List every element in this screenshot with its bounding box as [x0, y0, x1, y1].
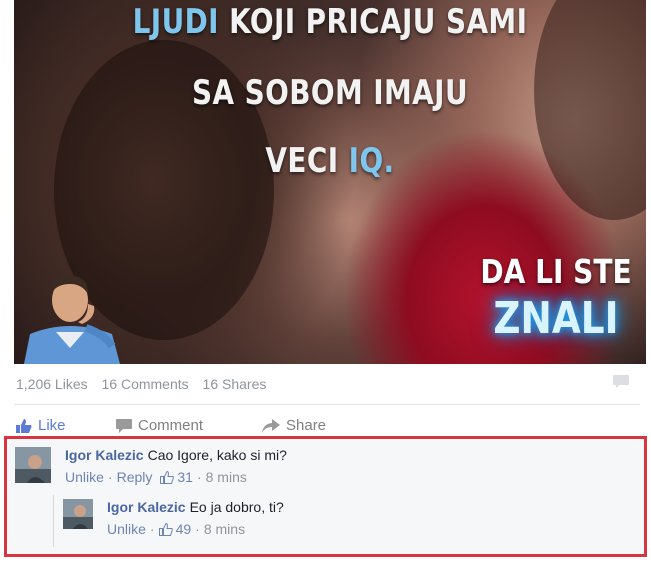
like-label: Like	[38, 417, 66, 434]
comment-author[interactable]: Igor Kalezic	[107, 499, 186, 515]
share-arrow-icon	[262, 418, 280, 433]
comment-like-count[interactable]: 31	[160, 469, 193, 485]
comment-body: Igor Kalezic Eo ja dobro, ti? Unlike · 49…	[107, 499, 284, 537]
comment-author[interactable]: Igor Kalezic	[65, 447, 144, 463]
comment-text: Eo ja dobro, ti?	[189, 499, 284, 515]
unlike-link[interactable]: Unlike	[107, 521, 146, 537]
separator: ·	[107, 469, 113, 485]
comment-label: Comment	[138, 417, 204, 434]
divider	[14, 404, 640, 405]
comment-time[interactable]: 8 mins	[206, 469, 247, 485]
like-count-value: 49	[175, 521, 192, 537]
comments-count[interactable]: 16 Comments	[102, 376, 189, 392]
comment-text-line: Igor Kalezic Cao Igore, kako si mi?	[65, 447, 287, 463]
like-count-value: 31	[177, 469, 193, 485]
thumbs-up-icon	[16, 418, 32, 433]
comment-like-count[interactable]: 49	[158, 521, 192, 537]
highlighted-comments: Igor Kalezic Cao Igore, kako si mi? Unlik…	[4, 436, 647, 557]
comment-text: Cao Igore, kako si mi?	[147, 447, 287, 463]
separator: ·	[196, 469, 202, 485]
like-button[interactable]: Like	[16, 417, 66, 434]
caption-line-3: VECI IQ.	[71, 141, 589, 181]
share-label: Share	[286, 417, 327, 434]
comment-meta: Unlike · 49 · 8 mins	[107, 521, 284, 537]
caption-text: VECI	[265, 141, 339, 181]
post-stats: 1,206 Likes 16 Comments 16 Shares	[16, 376, 276, 392]
caption-accent-word: IQ.	[348, 141, 395, 181]
reply-thread-line	[53, 495, 54, 547]
caption-accent-word: LJUDI	[132, 2, 219, 42]
avatar-photo	[63, 499, 93, 529]
comment-meta: Unlike · Reply 31 · 8 mins	[65, 469, 287, 485]
comment-button[interactable]: Comment	[116, 417, 203, 434]
reply-link[interactable]: Reply	[117, 469, 153, 485]
share-button[interactable]: Share	[262, 417, 326, 434]
likes-count[interactable]: 1,206 Likes	[16, 376, 88, 392]
thumbs-up-outline-icon	[160, 470, 175, 484]
messages-icon[interactable]	[612, 374, 630, 388]
separator: ·	[195, 521, 200, 537]
caption-line-1: LJUDI KOJI PRICAJU SAMI	[71, 2, 589, 42]
comment-icon	[116, 418, 132, 433]
avatar[interactable]	[63, 499, 93, 529]
post-image[interactable]: LJUDI KOJI PRICAJU SAMI SA SOBOM IMAJU V…	[14, 0, 646, 364]
thinking-man-icon	[24, 275, 120, 364]
did-you-know-badge: DA LI STE ZNALI	[466, 252, 646, 344]
comment-text-line: Igor Kalezic Eo ja dobro, ti?	[107, 499, 284, 515]
caption-text: KOJI PRICAJU SAMI	[229, 2, 528, 42]
shares-count[interactable]: 16 Shares	[203, 376, 267, 392]
separator: ·	[149, 521, 155, 537]
avatar-photo	[15, 447, 51, 483]
comment-time[interactable]: 8 mins	[204, 521, 245, 537]
comment-body: Igor Kalezic Cao Igore, kako si mi? Unlik…	[65, 447, 287, 485]
caption-line-2: SA SOBOM IMAJU	[191, 73, 468, 113]
thumbs-up-outline-icon	[158, 522, 173, 536]
avatar[interactable]	[15, 447, 51, 483]
tagline: DA LI STE	[480, 252, 632, 291]
unlike-link[interactable]: Unlike	[65, 469, 104, 485]
tagline-highlight: ZNALI	[493, 293, 619, 344]
